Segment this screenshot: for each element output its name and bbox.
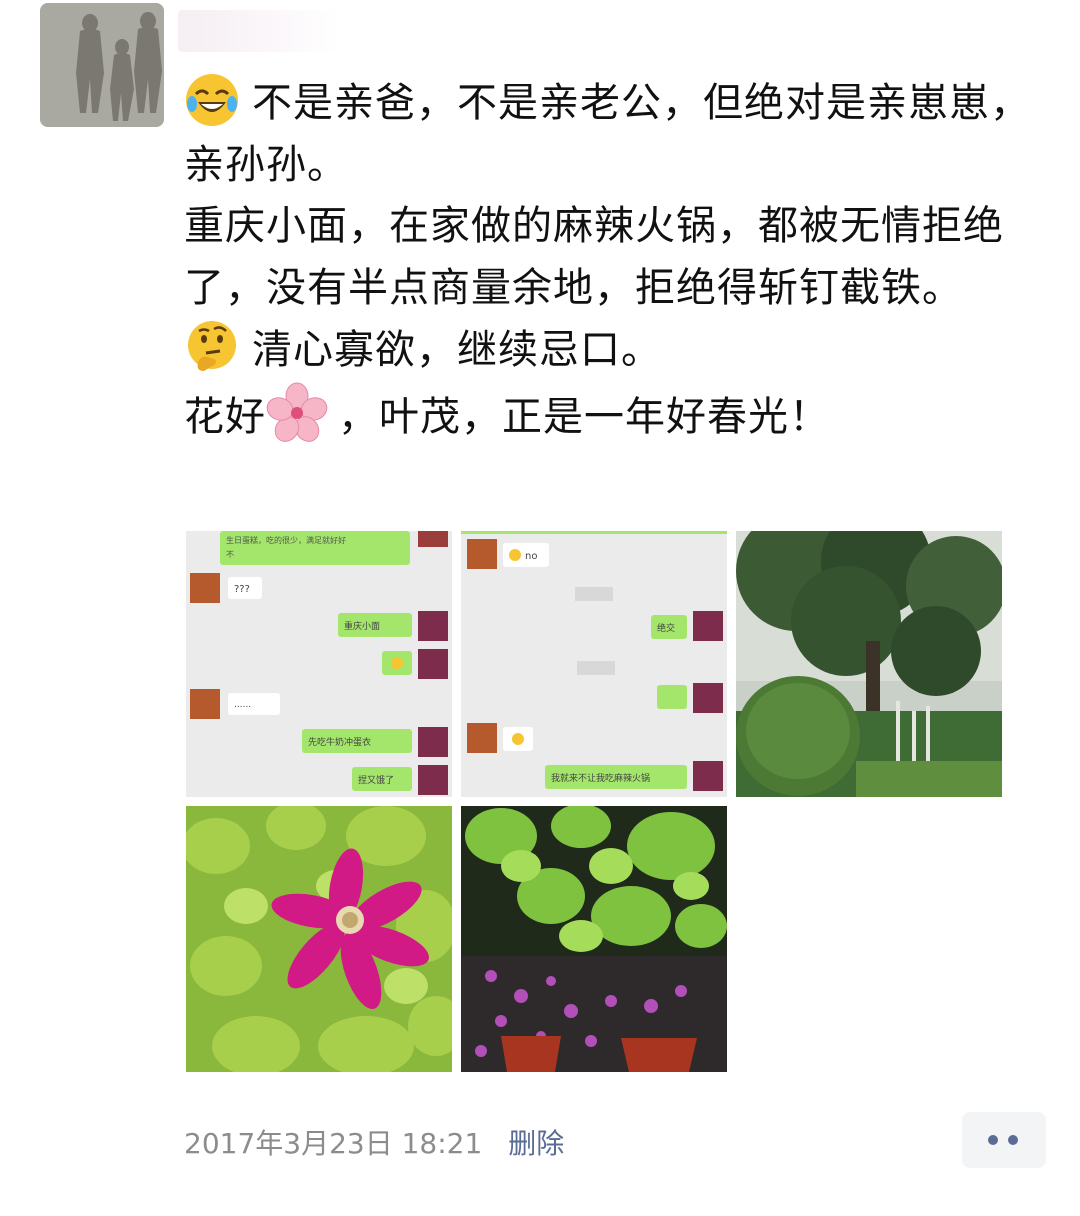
chat1-top-text2: 不 (226, 550, 234, 559)
post-line-4-suffix: ，叶茂，正是一年好春光！ (338, 393, 830, 440)
post-timestamp: 2017年3月23日 18:21 (184, 1127, 483, 1160)
post-line-4-prefix: 花好 (184, 393, 266, 440)
chat-screenshot-1[interactable]: 生日蛋糕，吃的很少，满足就好好 不 ??? 重庆小面 ...... 先吃牛奶冲蛋… (186, 531, 452, 797)
tears-of-joy-emoji (184, 72, 240, 128)
chat2-no: no (525, 551, 537, 562)
post-line-1-text: 不是亲爸，不是亲老公，但绝对是亲崽崽，亲孙孙。 (184, 80, 1031, 188)
thinking-face-emoji (184, 319, 240, 375)
garden-tree-photo[interactable] (736, 531, 1002, 797)
pink-flower-photo[interactable] (186, 806, 452, 1072)
chat1-msg3: 捏又饿了 (358, 774, 394, 786)
chat2-msg1: 绝交 (657, 622, 675, 634)
chat2-msg2: 我就来不让我吃麻辣火锅 (551, 772, 650, 784)
post-line-2: 重庆小面，在家做的麻辣火锅，都被无情拒绝了，没有半点商量余地，拒绝得斩钉截铁。 (184, 203, 1004, 311)
post-line-3-text: 清心寡欲，继续忌口。 (252, 327, 662, 373)
flowerpot-photo[interactable] (461, 806, 727, 1072)
chat1-q: ??? (234, 584, 250, 595)
more-dots-icon (988, 1135, 998, 1145)
more-options-button[interactable] (962, 1112, 1046, 1168)
delete-link[interactable]: 删除 (508, 1127, 564, 1160)
post-line-3: 清心寡欲，继续忌口。 (184, 319, 1054, 382)
post-line-1: 不是亲爸，不是亲老公，但绝对是亲崽崽，亲孙孙。 (184, 72, 1054, 196)
avatar[interactable] (40, 3, 164, 127)
chat1-top-text: 生日蛋糕，吃的很少，满足就好好 (226, 535, 346, 545)
chat1-ellipsis: ...... (234, 700, 251, 710)
post-line-4: 花好 ，叶茂，正是一年好春光！ (184, 382, 1054, 449)
post-text: 不是亲爸，不是亲老公，但绝对是亲崽崽，亲孙孙。 重庆小面，在家做的麻辣火锅，都被… (184, 72, 1054, 448)
chat1-msg2: 先吃牛奶冲蛋衣 (308, 736, 371, 748)
post-footer: 2017年3月23日 18:21 删除 (184, 1122, 564, 1166)
chat-screenshot-2[interactable]: no 绝交 我就来不让我吃麻辣火锅 (461, 531, 727, 797)
chat1-msg1: 重庆小面 (344, 620, 380, 632)
nickname-blurred[interactable] (178, 10, 338, 52)
more-dots-icon-2 (1008, 1135, 1018, 1145)
cherry-blossom-emoji (266, 382, 328, 444)
